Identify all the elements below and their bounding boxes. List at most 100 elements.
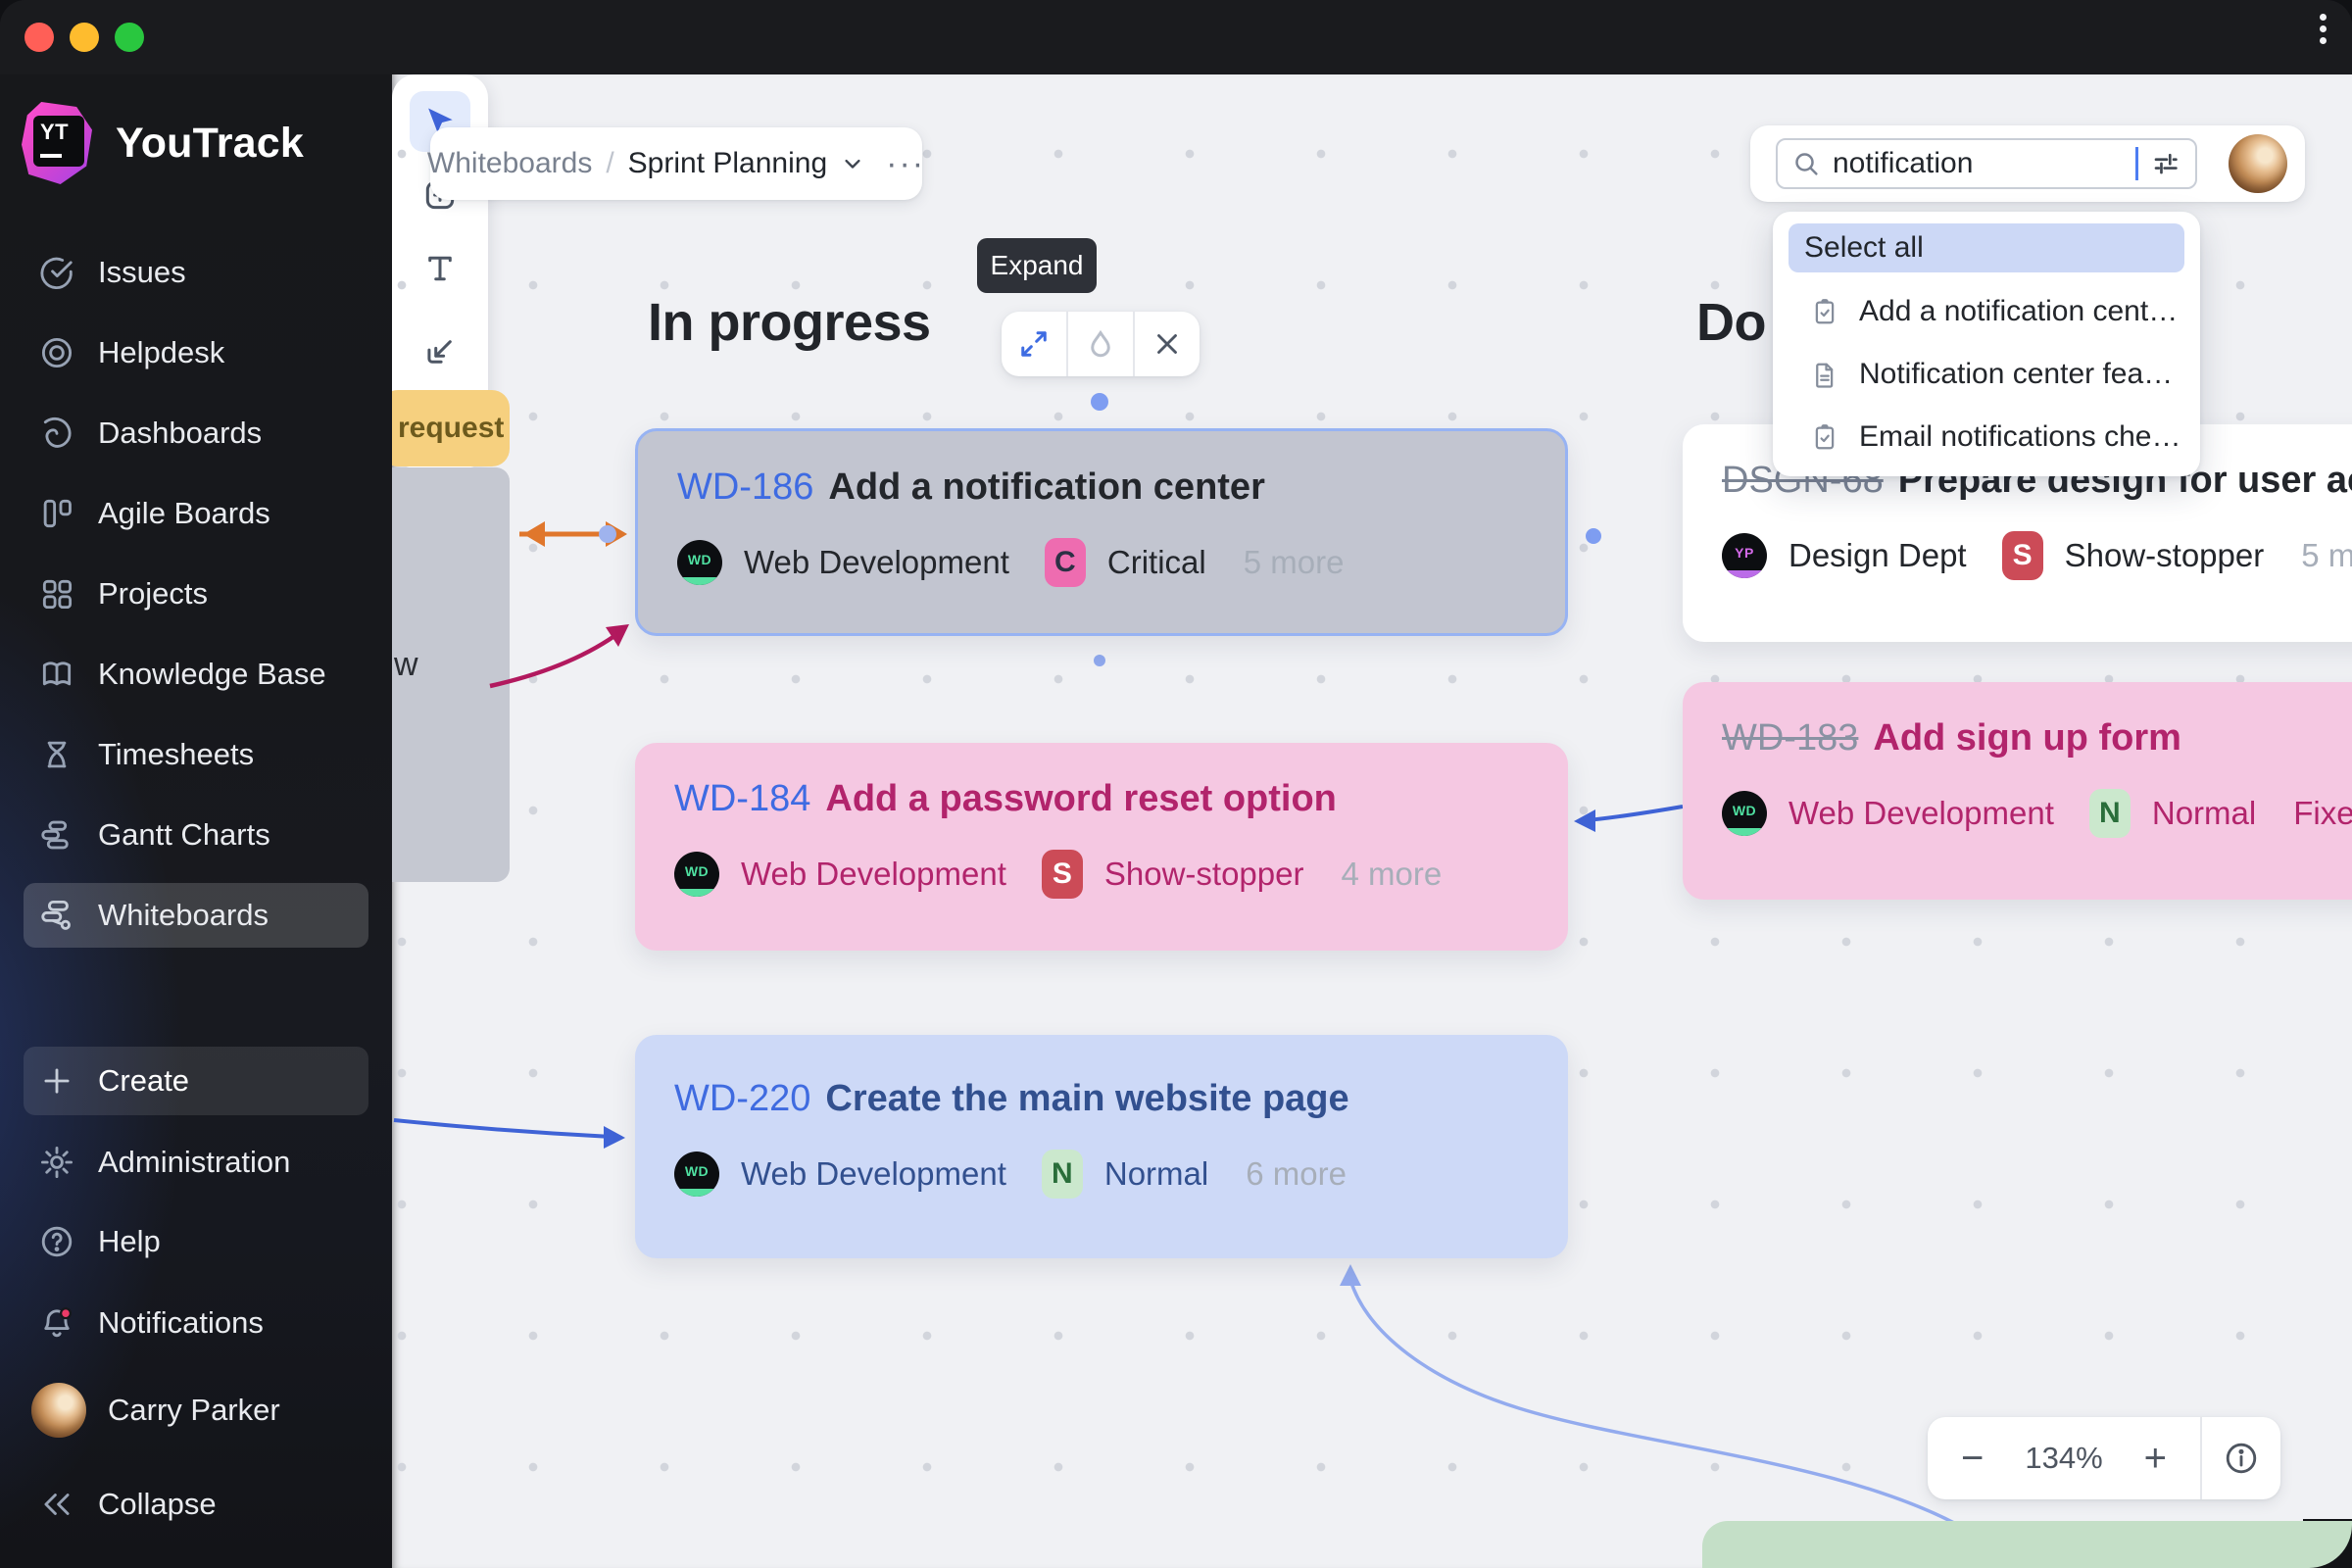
issue-id-link[interactable]: WD-183 xyxy=(1722,717,1858,760)
issue-id-link[interactable]: WD-220 xyxy=(674,1078,810,1120)
chevron-down-icon[interactable] xyxy=(839,150,866,177)
breadcrumb-current[interactable]: Sprint Planning xyxy=(628,147,827,180)
project-tag[interactable]: Web Development xyxy=(741,1155,1006,1193)
project-tag[interactable]: Web Development xyxy=(1788,795,2054,832)
hourglass-icon xyxy=(37,735,76,774)
app-window: YT YouTrack Issues Helpdesk Dashboards A… xyxy=(0,0,2352,1568)
whiteboard-canvas[interactable]: request w In progress Do Expand WD-186 A… xyxy=(392,74,2352,1568)
info-icon[interactable] xyxy=(2202,1440,2280,1477)
sidebar-item-notifications[interactable]: Notifications xyxy=(24,1291,368,1355)
issue-card-wd220[interactable]: WD-220 Create the main website page WD We… xyxy=(635,1035,1568,1258)
priority-tag[interactable]: Show-stopper xyxy=(2065,537,2265,574)
priority-tag[interactable]: Critical xyxy=(1107,544,1206,581)
sidebar-item-label: Projects xyxy=(98,576,208,611)
sidebar-item-label: Agile Boards xyxy=(98,496,270,530)
sidebar-item-timesheets[interactable]: Timesheets xyxy=(24,722,368,787)
collapse-label: Collapse xyxy=(98,1487,217,1521)
sidebar-item-projects[interactable]: Projects xyxy=(24,562,368,626)
whiteboard-icon xyxy=(37,896,76,935)
create-button[interactable]: Create xyxy=(24,1047,368,1115)
expand-window-button[interactable] xyxy=(115,23,144,52)
expand-card-button[interactable] xyxy=(1002,312,1066,376)
filter-icon[interactable] xyxy=(2150,148,2181,179)
sidebar-item-knowledge-base[interactable]: Knowledge Base xyxy=(24,642,368,707)
sidebar-item-whiteboards[interactable]: Whiteboards xyxy=(24,883,368,948)
issue-id-link[interactable]: WD-186 xyxy=(677,466,813,509)
sidebar-item-label: Knowledge Base xyxy=(98,657,326,691)
project-avatar: WD xyxy=(677,540,722,585)
priority-badge[interactable]: C xyxy=(1044,538,1086,587)
select-all-option[interactable]: Select all xyxy=(1788,223,2184,272)
bell-icon xyxy=(37,1303,76,1343)
partial-card[interactable]: w xyxy=(392,467,510,882)
suggestion-item[interactable]: Add a notification cent… xyxy=(1788,287,2184,336)
board-options-button[interactable]: ··· xyxy=(886,147,925,180)
issue-card-wd184[interactable]: WD-184 Add a password reset option WD Web… xyxy=(635,743,1568,951)
breadcrumb: Whiteboards / Sprint Planning ··· xyxy=(427,127,925,200)
more-tags[interactable]: 6 more xyxy=(1246,1155,1347,1193)
issue-id-link[interactable]: WD-184 xyxy=(674,778,810,820)
sidebar-item-administration[interactable]: Administration xyxy=(24,1130,368,1195)
grid-icon xyxy=(37,574,76,613)
zoom-out-button[interactable]: − xyxy=(1961,1439,1984,1478)
logo-badge-text: YT xyxy=(40,120,70,144)
user-avatar[interactable] xyxy=(2229,134,2287,193)
close-icon[interactable] xyxy=(1133,312,1200,376)
sidebar-collapse[interactable]: Collapse xyxy=(24,1472,368,1537)
sidebar-item-label: Administration xyxy=(98,1145,291,1179)
issue-title: Add sign up form xyxy=(1873,717,2181,759)
sidebar-item-dashboards[interactable]: Dashboards xyxy=(24,401,368,466)
sidebar-item-label: Issues xyxy=(98,255,186,289)
kebab-menu-icon[interactable] xyxy=(2320,14,2327,44)
suggestion-item[interactable]: Email notifications che… xyxy=(1788,413,2184,462)
search-input[interactable]: notification xyxy=(1776,138,2197,189)
sidebar-item-helpdesk[interactable]: Helpdesk xyxy=(24,320,368,385)
priority-tag[interactable]: Show-stopper xyxy=(1104,856,1304,893)
text-tool-button[interactable] xyxy=(410,238,470,299)
title-bar xyxy=(0,0,2352,74)
sidebar-item-agile-boards[interactable]: Agile Boards xyxy=(24,481,368,546)
priority-tag[interactable]: Normal xyxy=(2152,795,2256,832)
expand-tooltip: Expand xyxy=(977,238,1097,293)
priority-badge[interactable]: N xyxy=(2088,789,2131,838)
book-icon xyxy=(37,655,76,694)
project-tag[interactable]: Design Dept xyxy=(1788,537,1967,574)
arrow-tool-button[interactable] xyxy=(410,321,470,382)
color-droplet-button[interactable] xyxy=(1066,312,1133,376)
sidebar-user[interactable]: Carry Parker xyxy=(24,1378,368,1443)
more-tags[interactable]: 5 more xyxy=(2301,537,2352,574)
suggestion-label: Email notifications che… xyxy=(1859,420,2181,453)
priority-badge[interactable]: N xyxy=(1041,1150,1083,1199)
sidebar-item-help[interactable]: Help xyxy=(24,1209,368,1274)
suggestion-label: Notification center fea… xyxy=(1859,358,2174,390)
gear-icon xyxy=(37,1143,76,1182)
zoom-controls: − 134% + xyxy=(1928,1417,2280,1499)
more-tags[interactable]: 5 more xyxy=(1244,544,1345,581)
project-tag[interactable]: Web Development xyxy=(744,544,1009,581)
board-columns-icon xyxy=(37,494,76,533)
sidebar-item-gantt-charts[interactable]: Gantt Charts xyxy=(24,803,368,867)
app-logo: YT YouTrack xyxy=(22,100,304,186)
suggestion-item[interactable]: Notification center fea… xyxy=(1788,350,2184,399)
zoom-in-button[interactable]: + xyxy=(2144,1439,2167,1478)
sticky-note-request[interactable]: request xyxy=(392,390,510,466)
state-tag[interactable]: Fixed xyxy=(2293,795,2352,832)
breadcrumb-root[interactable]: Whiteboards xyxy=(427,147,592,180)
sidebar-item-issues[interactable]: Issues xyxy=(24,240,368,305)
gantt-icon xyxy=(37,815,76,855)
issue-card-wd183[interactable]: WD-183 Add sign up form WD Web Developmen… xyxy=(1683,682,2352,900)
partial-green-card[interactable] xyxy=(1702,1521,2352,1568)
sidebar-item-label: Helpdesk xyxy=(98,335,225,369)
priority-badge[interactable]: S xyxy=(2001,531,2043,580)
project-tag[interactable]: Web Development xyxy=(741,856,1006,893)
priority-badge[interactable]: S xyxy=(1041,850,1083,899)
partial-card-text: w xyxy=(394,646,418,683)
column-title-done: Do xyxy=(1696,293,1766,352)
more-tags[interactable]: 4 more xyxy=(1341,856,1442,893)
sidebar-item-label: Dashboards xyxy=(98,416,263,450)
priority-tag[interactable]: Normal xyxy=(1104,1155,1208,1193)
minimize-window-button[interactable] xyxy=(70,23,99,52)
issue-card-wd186[interactable]: WD-186 Add a notification center WD Web D… xyxy=(635,428,1568,636)
close-window-button[interactable] xyxy=(24,23,54,52)
question-circle-icon xyxy=(37,1222,76,1261)
